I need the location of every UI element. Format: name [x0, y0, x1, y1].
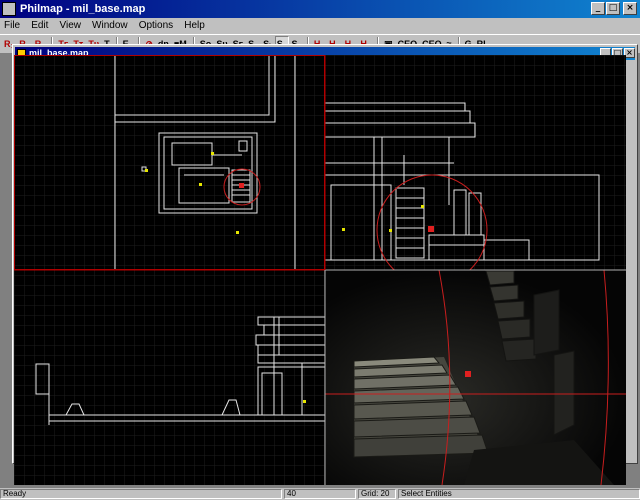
viewports: [14, 55, 626, 486]
camera-3d-view[interactable]: [325, 269, 626, 486]
status-message: Ready: [0, 489, 282, 499]
menu-options[interactable]: Options: [135, 18, 177, 33]
menu-help[interactable]: Help: [180, 18, 209, 33]
menu-bar: File Edit View Window Options Help: [0, 18, 640, 34]
app-title-bar[interactable]: Philmap - mil_base.map _ □ ×: [0, 0, 640, 18]
menu-window[interactable]: Window: [88, 18, 132, 33]
status-grid: Grid: 20: [358, 489, 396, 499]
menu-edit[interactable]: Edit: [27, 18, 52, 33]
app-title: Philmap - mil_base.map: [20, 3, 146, 15]
status-bar: Ready 40 Grid: 20 Select Entities: [0, 488, 640, 500]
status-value: 40: [284, 489, 356, 499]
front-view[interactable]: [324, 55, 626, 286]
app-icon[interactable]: [2, 2, 16, 16]
side-view[interactable]: [14, 270, 326, 485]
menu-file[interactable]: File: [0, 18, 24, 33]
close-button[interactable]: ×: [623, 2, 637, 15]
minimize-button[interactable]: _: [591, 2, 605, 15]
top-view[interactable]: [14, 55, 325, 270]
menu-view[interactable]: View: [55, 18, 85, 33]
maximize-button[interactable]: □: [606, 2, 620, 15]
status-mode: Select Entities: [398, 489, 640, 499]
